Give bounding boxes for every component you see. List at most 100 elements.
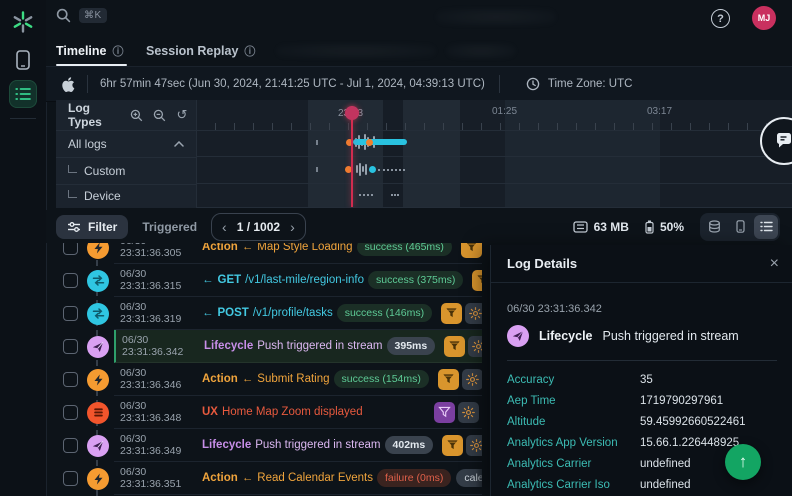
ruler-label: 01:25	[492, 106, 517, 117]
event-dot[interactable]	[369, 166, 376, 173]
timeline-ruler: 01:25 03:17 23:33	[196, 100, 792, 131]
next-page-icon[interactable]: ›	[290, 220, 295, 234]
details-category: Lifecycle	[539, 329, 593, 343]
row-checkbox[interactable]	[63, 372, 78, 387]
log-badges: 402ms	[385, 436, 434, 454]
log-row-card[interactable]: 06/30 23:31:36.315 ←GET/v1/last-mile/reg…	[114, 264, 482, 297]
log-row-card[interactable]: 06/30 23:31:36.349 LifecyclePush trigger…	[114, 429, 482, 462]
row-checkbox[interactable]	[63, 339, 78, 354]
tab-timeline-label: Timeline	[56, 44, 106, 58]
filter-by-event-icon[interactable]	[444, 336, 465, 357]
log-row-card[interactable]: 06/30 23:31:36.351 Action←Read Calendar …	[114, 462, 482, 495]
row-checkbox[interactable]	[63, 438, 78, 453]
lifecycle-send-icon	[507, 325, 529, 347]
device-nav-icon[interactable]	[9, 46, 37, 74]
apple-platform-icon	[60, 76, 75, 93]
triggered-filter-label[interactable]: Triggered	[142, 220, 197, 234]
tab-timeline[interactable]: Timeline ⓘ	[56, 36, 123, 66]
filter-by-event-icon[interactable]	[442, 435, 463, 456]
filter-label: Filter	[88, 220, 117, 234]
playhead-line[interactable]	[351, 106, 353, 207]
row-label: Device	[84, 189, 196, 203]
view-list-icon[interactable]	[754, 215, 778, 239]
log-row[interactable]: 06/30 23:31:36.346 Action←Submit Rating …	[46, 363, 482, 396]
timeline-row-custom[interactable]: Custom	[56, 157, 196, 185]
row-checkbox[interactable]	[63, 306, 78, 321]
property-key: Analytics App Version	[507, 437, 640, 449]
filter-by-event-icon[interactable]	[472, 270, 482, 291]
log-time: 06/30 23:31:36.342	[116, 334, 204, 358]
reset-zoom-icon[interactable]: ↺	[173, 107, 191, 123]
log-details-header: Log Details ×	[491, 245, 792, 283]
filter-by-event-icon[interactable]	[438, 369, 459, 390]
redacted-blur	[436, 8, 556, 26]
info-icon[interactable]: ⓘ	[112, 43, 123, 59]
global-search[interactable]: ⌘K	[56, 8, 107, 23]
log-badges: success (146ms)	[337, 304, 432, 322]
property-value: 15.66.1.226448925	[640, 437, 739, 449]
sidebar-divider	[10, 118, 36, 119]
event-settings-icon[interactable]	[458, 402, 479, 423]
event-settings-icon[interactable]	[465, 303, 482, 324]
property-value: 59.45992660522461	[640, 416, 746, 428]
playhead-handle[interactable]	[345, 106, 359, 120]
divider	[87, 75, 88, 93]
event-dotted-trail	[378, 169, 405, 171]
timeline-row-device[interactable]: Device	[56, 184, 196, 207]
filter-button[interactable]: Filter	[56, 215, 128, 239]
divider	[507, 360, 777, 361]
log-row-card[interactable]: 06/30 23:31:36.342 LifecyclePush trigger…	[114, 330, 482, 363]
app-logo-icon[interactable]	[9, 8, 37, 36]
row-checkbox[interactable]	[63, 405, 78, 420]
view-data-icon[interactable]	[702, 215, 726, 239]
timeline-row-all-logs[interactable]: All logs	[56, 130, 196, 158]
zoom-out-icon[interactable]	[150, 109, 168, 122]
view-device-icon[interactable]	[728, 215, 752, 239]
event-settings-icon[interactable]	[468, 336, 482, 357]
event-type-icon	[87, 468, 109, 490]
info-icon[interactable]: ⓘ	[244, 43, 255, 59]
log-message: Action←Read Calendar Events	[202, 472, 377, 484]
log-types-title: Log Types	[68, 101, 127, 129]
event-settings-icon[interactable]	[462, 369, 482, 390]
row-checkbox[interactable]	[63, 471, 78, 486]
log-row[interactable]: 06/30 23:31:36.315 ←GET/v1/last-mile/reg…	[46, 264, 482, 297]
log-row[interactable]: 06/30 23:31:36.348 UXHome Map Zoom displ…	[46, 396, 482, 429]
log-row-card[interactable]: 06/30 23:31:36.346 Action←Submit Rating …	[114, 363, 482, 396]
tab-session-replay[interactable]: Session Replay ⓘ	[146, 36, 255, 66]
log-row[interactable]: 06/30 23:31:36.342 LifecyclePush trigger…	[46, 330, 482, 363]
log-row-card[interactable]: 06/30 23:31:36.348 UXHome Map Zoom displ…	[114, 396, 482, 429]
timeline-section: 01:25 03:17 23:33	[56, 100, 792, 208]
status-badge: success (146ms)	[337, 304, 432, 322]
filter-by-event-icon[interactable]	[441, 303, 462, 324]
avatar[interactable]: MJ	[752, 6, 776, 30]
logs-nav-icon[interactable]	[9, 80, 37, 108]
log-row[interactable]: 06/30 23:31:36.349 LifecyclePush trigger…	[46, 429, 482, 462]
event-settings-icon[interactable]	[466, 435, 482, 456]
event-dot[interactable]	[366, 139, 373, 146]
timeline-canvas[interactable]: 01:25 03:17 23:33	[196, 100, 792, 208]
previous-page-icon[interactable]: ‹	[222, 220, 227, 234]
details-message: Push triggered in stream	[603, 329, 739, 343]
zoom-in-icon[interactable]	[127, 109, 145, 122]
log-row[interactable]: 06/30 23:31:36.319 ←POST/v1/profile/task…	[46, 297, 482, 330]
event-type-icon	[87, 435, 109, 457]
session-duration: 6hr 57min 47sec (Jun 30, 2024, 21:41:25 …	[100, 78, 485, 90]
property-value: 1719790297961	[640, 395, 723, 407]
close-icon[interactable]: ×	[770, 256, 779, 272]
filter-by-event-icon[interactable]	[434, 402, 455, 423]
log-badges: 395ms	[387, 337, 436, 355]
log-row-card[interactable]: 06/30 23:31:36.319 ←POST/v1/profile/task…	[114, 297, 482, 330]
scroll-to-top-button[interactable]: ↑	[725, 444, 761, 480]
arrow-up-icon: ↑	[739, 452, 748, 472]
property-row: Altitude 59.45992660522461	[507, 411, 792, 432]
row-checkbox[interactable]	[63, 273, 78, 288]
log-row[interactable]: 06/30 23:31:36.351 Action←Read Calendar …	[46, 462, 482, 495]
timezone-group: Time Zone: UTC	[526, 77, 633, 91]
tab-session-replay-label: Session Replay	[146, 44, 238, 58]
network-span-bar[interactable]	[353, 139, 407, 145]
help-icon[interactable]: ?	[711, 9, 730, 28]
log-message: LifecyclePush triggered in stream	[204, 340, 387, 352]
top-bar: ⌘K ? MJ	[46, 0, 792, 36]
chevron-up-icon[interactable]	[174, 141, 184, 147]
